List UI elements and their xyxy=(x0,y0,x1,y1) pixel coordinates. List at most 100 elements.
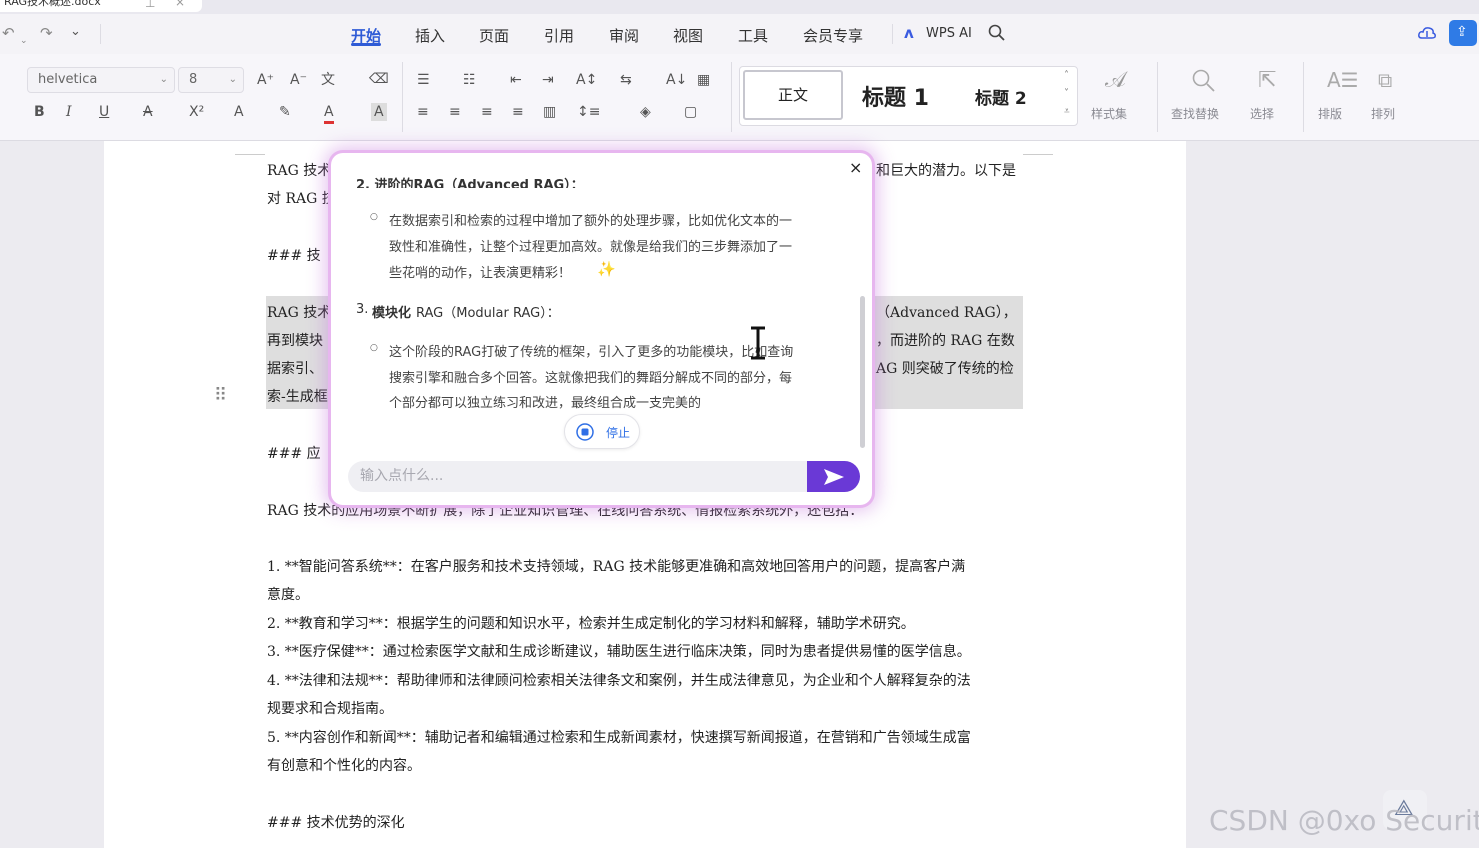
document-tab[interactable]: RAG技术概述.docx xyxy=(0,0,202,12)
text-direction-icon[interactable]: A↕ xyxy=(576,71,597,89)
font-color-icon[interactable]: A xyxy=(324,103,334,124)
stop-button[interactable]: 停止 xyxy=(564,414,640,449)
layout-icon[interactable]: A☰ xyxy=(1327,68,1359,92)
align-left-icon[interactable]: ≡ xyxy=(417,103,429,121)
style-scroll-up-icon[interactable]: ˄ xyxy=(1064,70,1069,81)
stop-icon xyxy=(576,423,594,441)
distribute-icon[interactable]: ▥ xyxy=(543,103,556,121)
doc-line: RAG 技术 xyxy=(267,163,332,179)
align-center-icon[interactable]: ≡ xyxy=(449,103,461,121)
border-table-icon[interactable]: ▦ xyxy=(697,71,710,89)
select-cursor-icon[interactable]: ⇱ xyxy=(1258,68,1276,93)
popup-line: 个部分都可以独立练习和改进，最终组合成一支完美的 xyxy=(389,396,702,411)
ai-prompt-input[interactable]: 输入点什么... xyxy=(348,461,810,492)
align-right-icon[interactable]: ≡ xyxy=(481,103,493,121)
doc-list-line: 1. **智能问答系统**：在客户服务和技术支持领域，RAG 技术能够更准确和高… xyxy=(267,559,966,575)
popup-line: 致性和准确性，让整个过程更加高效。就像是给我们的三步舞添加了一 xyxy=(389,240,793,255)
title-strip xyxy=(0,0,1479,14)
style-expand-icon[interactable]: ⩡ xyxy=(1064,106,1070,117)
doc-list-line: 意度。 xyxy=(267,587,309,603)
underline-icon[interactable]: U xyxy=(99,103,109,121)
style-set-label[interactable]: 样式集 xyxy=(1091,105,1127,122)
menu-tools[interactable]: 工具 xyxy=(738,25,768,46)
popup-heading-3-num: 3. xyxy=(356,302,369,317)
wps-ai-icon[interactable]: ʌ xyxy=(904,24,914,42)
close-icon[interactable]: × xyxy=(849,158,862,177)
watermark: CSDN @0xo Security xyxy=(1209,804,1479,837)
line-spacing-icon[interactable]: ↕≡ xyxy=(577,103,600,121)
bullet-icon: ○ xyxy=(370,343,378,353)
menu-insert[interactable]: 插入 xyxy=(415,25,445,46)
active-tab-indicator xyxy=(351,43,381,46)
find-replace-label[interactable]: 查找替换 xyxy=(1171,105,1219,122)
popup-heading-3-bold: 模块化 xyxy=(372,306,412,321)
drag-handle-icon[interactable]: ⠿ xyxy=(214,385,227,406)
cloud-upload-icon[interactable] xyxy=(1417,24,1437,42)
menu-wps-ai[interactable]: WPS AI xyxy=(926,26,972,41)
popup-scrollbar[interactable] xyxy=(860,296,865,448)
font-size-select[interactable]: 8 ⌄ xyxy=(178,67,244,93)
style-set-icon[interactable]: 𝒜 xyxy=(1105,68,1126,93)
doc-list-line: 4. **法律和法规**：帮助律师和法律顾问检索相关法律条文和案例，并生成法律意… xyxy=(267,673,971,689)
doc-list-line: 3. **医疗保健**：通过检索医学文献和生成诊断建议，辅助医生进行临床决策，同… xyxy=(267,644,971,660)
style-heading-1[interactable]: 标题 1 xyxy=(862,80,929,112)
doc-heading: ### 应 xyxy=(267,446,321,462)
bold-icon[interactable]: B xyxy=(34,103,45,121)
decrease-indent-icon[interactable]: ⇤ xyxy=(510,71,522,89)
clear-format-icon[interactable]: ⌫ xyxy=(369,70,389,88)
ai-chat-popup xyxy=(331,153,872,505)
numbered-list-icon[interactable]: ☷ xyxy=(463,71,476,89)
menu-page[interactable]: 页面 xyxy=(479,25,509,46)
margin-mark-right xyxy=(1023,154,1053,155)
popup-line: 搜索引擎和融合多个回答。这就像把我们的舞蹈分解成不同的部分，每 xyxy=(389,371,793,386)
style-scroll-down-icon[interactable]: ˅ xyxy=(1064,88,1069,99)
style-normal[interactable]: 正文 xyxy=(743,70,843,120)
phonetic-icon[interactable]: 文 xyxy=(321,71,335,89)
font-name-value: helvetica xyxy=(38,72,98,87)
doc-line: 再到模块 xyxy=(267,333,323,349)
borders-icon[interactable]: ▢ xyxy=(684,103,697,121)
doc-line: AG 则突破了传统的检 xyxy=(876,361,1014,377)
shrink-font-icon[interactable]: A⁻ xyxy=(290,71,307,89)
menu-bar: ↶ ⌄ ↷ ⌄ 开始 插入 页面 引用 审阅 视图 工具 会员专享 ʌ WPS … xyxy=(0,14,1479,54)
undo-dropdown-icon[interactable]: ⌄ xyxy=(20,28,28,47)
select-label[interactable]: 选择 xyxy=(1250,105,1274,122)
popup-line: 这个阶段的RAG打破了传统的框架，引入了更多的功能模块，比如查询 xyxy=(389,345,794,360)
doc-heading: ### 技术优势的深化 xyxy=(267,815,405,831)
pin-icon[interactable]: ⊥ xyxy=(145,0,155,10)
arrange-label[interactable]: 排列 xyxy=(1371,105,1395,122)
menu-reference[interactable]: 引用 xyxy=(544,25,574,46)
menu-view[interactable]: 视图 xyxy=(673,25,703,46)
document-tab-label: RAG技术概述.docx xyxy=(4,0,101,8)
doc-line: RAG 技术 xyxy=(267,305,332,321)
convert-icon[interactable]: ⇆ xyxy=(620,71,632,89)
text-cursor-icon xyxy=(751,326,765,360)
arrange-icon[interactable]: ⧉ xyxy=(1378,68,1392,92)
text-effect-icon[interactable]: A xyxy=(234,103,244,121)
style-heading-2[interactable]: 标题 2 xyxy=(975,84,1027,109)
send-button[interactable] xyxy=(807,461,860,492)
find-replace-icon[interactable] xyxy=(1191,68,1217,94)
search-icon[interactable] xyxy=(988,24,1006,42)
increase-indent-icon[interactable]: ⇥ xyxy=(542,71,554,89)
undo-icon[interactable]: ↶ xyxy=(2,24,15,42)
italic-icon[interactable]: I xyxy=(66,103,72,121)
strikethrough-icon[interactable]: A xyxy=(143,103,153,121)
close-tab-icon[interactable]: × xyxy=(175,0,185,9)
font-size-value: 8 xyxy=(189,72,198,87)
superscript-icon[interactable]: X² xyxy=(189,103,204,121)
redo-icon[interactable]: ↷ xyxy=(40,24,53,42)
sort-icon[interactable]: A↓ xyxy=(666,71,687,89)
char-shading-icon[interactable]: A xyxy=(371,103,387,121)
paragraph-shading-icon[interactable]: ◈ xyxy=(640,103,651,121)
layout-label[interactable]: 排版 xyxy=(1318,105,1342,122)
menu-membership[interactable]: 会员专享 xyxy=(803,25,863,46)
highlight-icon[interactable]: ✎ xyxy=(279,103,291,121)
grow-font-icon[interactable]: A⁺ xyxy=(257,71,274,89)
share-button[interactable]: ⇪ xyxy=(1449,20,1477,46)
bullet-list-icon[interactable]: ☰ xyxy=(417,71,430,89)
justify-icon[interactable]: ≡ xyxy=(512,103,524,121)
menu-review[interactable]: 审阅 xyxy=(609,25,639,46)
font-name-select[interactable]: helvetica ⌄ xyxy=(27,67,175,93)
more-dropdown-icon[interactable]: ⌄ xyxy=(70,24,81,39)
